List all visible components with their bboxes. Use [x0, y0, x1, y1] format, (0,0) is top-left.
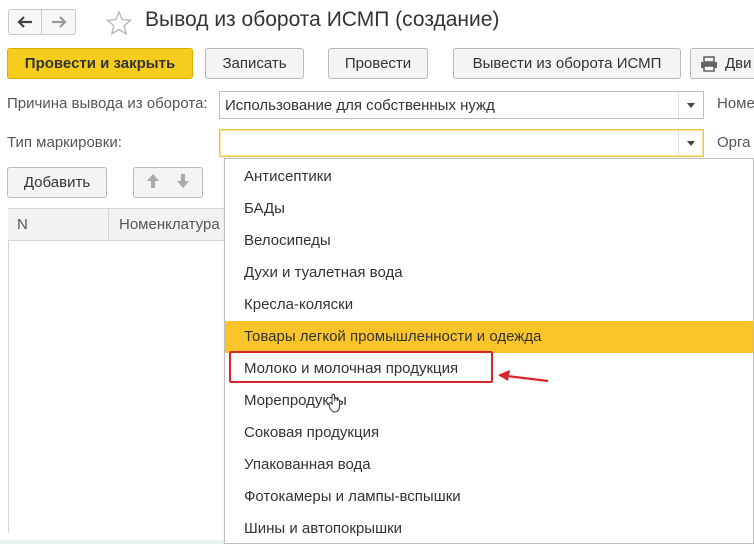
move-up-button[interactable]	[146, 173, 160, 193]
reason-dropdown-button[interactable]	[678, 92, 703, 118]
annotation-highlight-box	[229, 351, 493, 383]
marking-type-field[interactable]	[219, 129, 704, 157]
post-and-close-button[interactable]: Провести и закрыть	[7, 48, 193, 79]
chevron-down-icon	[687, 102, 695, 108]
arrow-down-icon	[177, 173, 189, 188]
number-label: Номе	[717, 95, 754, 112]
star-icon	[105, 10, 133, 36]
column-divider	[108, 209, 109, 240]
annotation-arrow-icon	[498, 370, 549, 383]
page-title: Вывод из оборота ИСМП (создание)	[145, 8, 500, 31]
post-button[interactable]: Провести	[328, 48, 428, 79]
printer-icon	[701, 55, 717, 72]
move-down-button[interactable]	[176, 173, 190, 193]
marking-type-dropdown-button[interactable]	[678, 130, 703, 156]
list-item[interactable]: Соковая продукция	[225, 417, 753, 449]
marking-type-label: Тип маркировки:	[7, 134, 122, 151]
move-buttons	[133, 167, 203, 198]
add-button[interactable]: Добавить	[7, 167, 107, 198]
cursor-icon	[328, 393, 341, 413]
print-button-label: Дви	[725, 55, 752, 72]
arrow-left-icon	[17, 16, 32, 28]
favorite-button[interactable]	[105, 10, 133, 41]
list-item[interactable]: Морепродукты	[225, 385, 753, 417]
back-button[interactable]	[8, 9, 42, 35]
list-item[interactable]: Упакованная вода	[225, 449, 753, 481]
print-button[interactable]: Дви	[690, 48, 754, 79]
forward-button[interactable]	[42, 9, 76, 35]
list-item[interactable]: БАДы	[225, 193, 753, 225]
reason-value: Использование для собственных нужд	[225, 97, 495, 114]
column-nomenclature[interactable]: Номенклатура	[119, 216, 220, 233]
list-item[interactable]: Велосипеды	[225, 225, 753, 257]
list-item[interactable]: Духи и туалетная вода	[225, 257, 753, 289]
list-item[interactable]: Антисептики	[225, 161, 753, 193]
reason-field[interactable]: Использование для собственных нужд	[219, 91, 704, 119]
list-item[interactable]: Фотокамеры и лампы-вспышки	[225, 481, 753, 513]
list-item-highlighted[interactable]: Товары легкой промышленности и одежда	[225, 321, 753, 353]
chevron-down-icon	[687, 140, 695, 146]
arrow-right-icon	[51, 16, 67, 28]
organization-label: Орга	[717, 134, 751, 151]
arrow-up-icon	[147, 173, 159, 188]
list-item[interactable]: Кресла-коляски	[225, 289, 753, 321]
column-n[interactable]: N	[17, 216, 28, 233]
reason-label: Причина вывода из оборота:	[7, 95, 208, 112]
save-button[interactable]: Записать	[205, 48, 304, 79]
withdraw-button[interactable]: Вывести из оборота ИСМП	[453, 48, 681, 79]
list-item[interactable]: Шины и автопокрышки	[225, 513, 753, 543]
